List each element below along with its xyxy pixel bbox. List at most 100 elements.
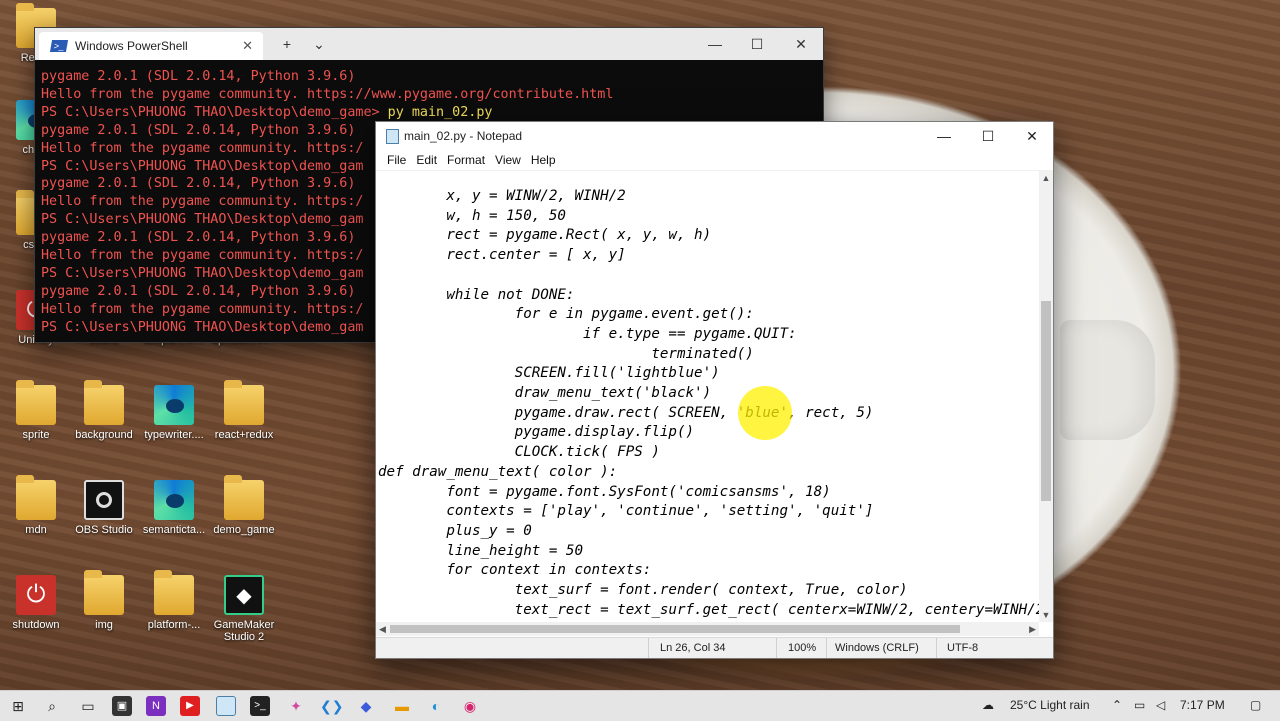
- youtube-icon[interactable]: ▶: [180, 696, 200, 716]
- taskbar: ⊞ ⌕ ▭ ▣ N ▶ >_ ✦ ❮❯ ◆ ▬ ◐ ◉ ☁ 25°C Light…: [0, 690, 1280, 721]
- encoding: UTF-8: [947, 642, 979, 654]
- zoom-level: 100%: [788, 642, 817, 654]
- desktop-icon-label: GameMaker Studio 2: [213, 619, 275, 643]
- search-icon[interactable]: ⌕: [42, 696, 62, 716]
- clock[interactable]: 7:17 PM: [1180, 698, 1225, 712]
- code-line: SCREEN.fill('lightblue'): [378, 365, 720, 382]
- desktop-icon[interactable]: img: [68, 570, 140, 631]
- code-line: for e in pygame.event.get():: [378, 306, 754, 323]
- code-line: font = pygame.font.SysFont('comicsansms'…: [378, 483, 831, 500]
- notifications-icon[interactable]: ▢: [1250, 698, 1261, 712]
- weather-text[interactable]: 25°C Light rain: [1010, 698, 1090, 712]
- terminal-tab[interactable]: >_ Windows PowerShell ✕: [39, 32, 263, 60]
- notepad-window[interactable]: main_02.py - Notepad — ☐ ✕ File Edit For…: [375, 121, 1054, 659]
- tray-chevron-icon[interactable]: ⌃: [1112, 698, 1122, 712]
- scroll-down-icon[interactable]: ▼: [1039, 610, 1053, 620]
- volume-icon[interactable]: ◁: [1156, 698, 1165, 712]
- shutdown-icon: [16, 575, 56, 615]
- code-line: if e.type == pygame.QUIT:: [378, 325, 797, 342]
- onenote-icon[interactable]: N: [146, 696, 166, 716]
- desktop-icon-label: mdn: [25, 524, 47, 536]
- desktop-icon-label: OBS Studio: [75, 524, 133, 536]
- code-line: for context in contexts:: [378, 562, 652, 579]
- minimize-icon[interactable]: —: [922, 122, 966, 150]
- start-windows-icon[interactable]: ⊞: [8, 696, 28, 716]
- code-line: text_rect = text_surf.get_rect( centerx=…: [378, 601, 1039, 618]
- desktop-icon[interactable]: shutdown: [0, 575, 72, 631]
- desktop-icon-label: shutdown: [12, 619, 60, 631]
- vertical-scroll-thumb[interactable]: [1041, 301, 1051, 501]
- desktop-icon-label: sprite: [22, 429, 50, 441]
- folder-icon: [84, 570, 124, 615]
- text-editor-area[interactable]: x, y = WINW/2, WINH/2 w, h = 150, 50 rec…: [376, 171, 1039, 622]
- code-line: CLOCK.tick( FPS ): [378, 444, 660, 461]
- edge-taskbar-icon[interactable]: ◐: [426, 696, 446, 716]
- menu-view[interactable]: View: [490, 153, 526, 167]
- status-divider: [648, 638, 649, 658]
- desktop-icon[interactable]: background: [68, 380, 140, 441]
- notepad-titlebar[interactable]: main_02.py - Notepad — ☐ ✕: [376, 122, 1053, 150]
- desktop-icon[interactable]: typewriter....: [138, 385, 210, 441]
- status-divider: [936, 638, 937, 658]
- vertical-scrollbar[interactable]: ▲ ▼: [1039, 171, 1053, 622]
- menu-edit[interactable]: Edit: [411, 153, 442, 167]
- horizontal-scrollbar[interactable]: ◀ ▶: [376, 622, 1039, 636]
- maximize-icon[interactable]: ☐: [735, 28, 779, 60]
- close-icon[interactable]: ✕: [1010, 122, 1054, 150]
- code-line: rect = pygame.Rect( x, y, w, h): [378, 227, 712, 244]
- desktop-icon[interactable]: platform-...: [138, 570, 210, 631]
- code-line: line_height = 50: [378, 542, 583, 559]
- desktop-icon-label: react+redux: [214, 429, 274, 441]
- desktop-icon[interactable]: semanticta...: [138, 480, 210, 536]
- terminal-taskbar-icon[interactable]: >_: [250, 696, 270, 716]
- terminal-tab-title: Windows PowerShell: [75, 39, 188, 53]
- terminal-titlebar[interactable]: >_ Windows PowerShell ✕ + ⌄ — ☐ ✕: [35, 28, 823, 60]
- tab-dropdown-button[interactable]: ⌄: [297, 28, 341, 60]
- close-icon[interactable]: ✕: [779, 28, 823, 60]
- desktop-icon[interactable]: sprite: [0, 380, 72, 441]
- folder-icon: [154, 570, 194, 615]
- code-line: pygame.display.flip(): [378, 424, 695, 441]
- edge-icon: [154, 385, 194, 425]
- menu-file[interactable]: File: [382, 153, 411, 167]
- store-icon[interactable]: ▣: [112, 696, 132, 716]
- status-bar: Ln 26, Col 34 100% Windows (CRLF) UTF-8: [376, 637, 1053, 658]
- weather-icon[interactable]: ☁: [982, 698, 994, 712]
- maximize-icon[interactable]: ☐: [966, 122, 1010, 150]
- status-divider: [776, 638, 777, 658]
- folder-icon: [16, 475, 56, 520]
- desktop-icon[interactable]: mdn: [0, 475, 72, 536]
- scroll-up-icon[interactable]: ▲: [1039, 173, 1053, 183]
- file-explorer-icon[interactable]: ▬: [392, 696, 412, 716]
- code-line: plus_y = 0: [378, 522, 532, 539]
- task-view-icon[interactable]: ▭: [78, 696, 98, 716]
- scroll-right-icon[interactable]: ▶: [1029, 622, 1036, 636]
- notepad-taskbar-icon[interactable]: [216, 696, 236, 716]
- menu-format[interactable]: Format: [442, 153, 490, 167]
- desktop-icon[interactable]: OBS Studio: [68, 480, 140, 536]
- desktop-icon[interactable]: react+redux: [208, 380, 280, 441]
- code-line: text_surf = font.render( context, True, …: [378, 582, 908, 599]
- desktop-icon[interactable]: GameMaker Studio 2: [208, 575, 280, 643]
- vscode-icon[interactable]: ❮❯: [320, 696, 343, 716]
- code-line: pygame.draw.rect( SCREEN, 'blue', rect, …: [378, 404, 874, 421]
- menu-bar: File Edit Format View Help: [376, 150, 1053, 171]
- folder-icon: [84, 380, 124, 425]
- scroll-left-icon[interactable]: ◀: [379, 622, 386, 636]
- obs-icon: [84, 480, 124, 520]
- menu-help[interactable]: Help: [526, 153, 561, 167]
- line-ending: Windows (CRLF): [835, 642, 919, 654]
- code-text[interactable]: x, y = WINW/2, WINH/2 w, h = 150, 50 rec…: [376, 171, 1039, 620]
- code-line: w, h = 150, 50: [378, 207, 566, 224]
- horizontal-scroll-thumb[interactable]: [390, 625, 960, 633]
- code-line: def draw_menu_text( color ):: [378, 463, 618, 480]
- record-icon[interactable]: ◉: [460, 696, 480, 716]
- minimize-icon[interactable]: —: [693, 28, 737, 60]
- network-icon[interactable]: ▭: [1134, 698, 1145, 712]
- close-tab-icon[interactable]: ✕: [242, 38, 253, 54]
- desktop-icon[interactable]: demo_game: [208, 475, 280, 536]
- terminal-prompt: PS C:\Users\PHUONG THAO\Desktop\demo_gam…: [41, 104, 388, 120]
- xd-icon[interactable]: ◆: [356, 696, 376, 716]
- figma-icon[interactable]: ✦: [286, 696, 306, 716]
